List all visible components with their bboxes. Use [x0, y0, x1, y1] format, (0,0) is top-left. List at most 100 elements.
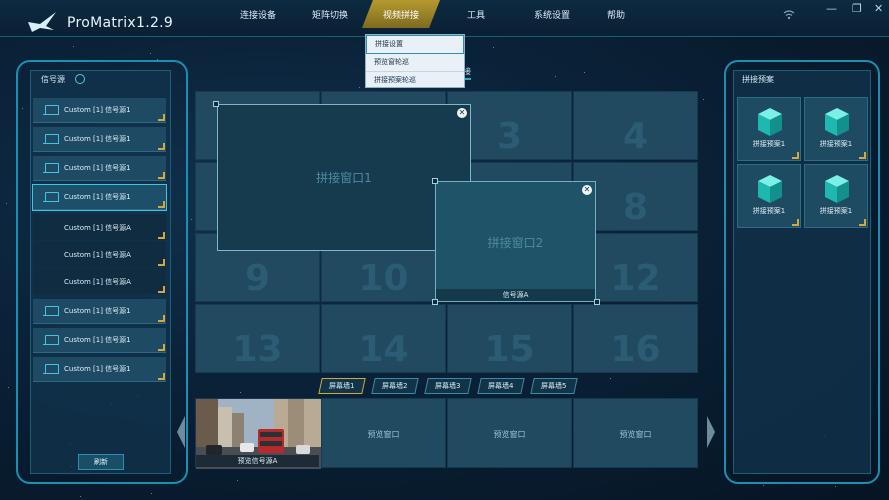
signal-source-sub-item[interactable]: Custom [1] 信号源A — [33, 241, 166, 267]
star — [191, 218, 193, 220]
wall-tab-2[interactable]: 屏幕墙2 — [371, 378, 419, 394]
signal-source-sub-label: Custom [1] 信号源A — [64, 251, 131, 259]
restore-button[interactable]: ❐ — [852, 2, 862, 15]
star — [6, 202, 8, 204]
preset-label: 拼接预案1 — [819, 207, 853, 215]
wall-tab-label: 屏幕墙2 — [382, 382, 408, 390]
resize-handle[interactable] — [213, 101, 219, 107]
menu-connect-device[interactable]: 连接设备 — [228, 0, 288, 28]
signal-source-sub-label: Custom [1] 信号源A — [64, 224, 131, 232]
resize-handle[interactable] — [432, 178, 438, 184]
screen-number: 9 — [244, 258, 271, 299]
signal-source-item[interactable]: Custom [1] 信号源1 — [33, 156, 166, 181]
splice-preset-item[interactable]: 拼接预案1 — [804, 164, 868, 228]
preview-slot-1-label: 预览信号源A — [196, 455, 319, 467]
signal-source-label: Custom [1] 信号源1 — [64, 106, 131, 114]
signal-source-panel: 信号源 Custom [1] 信号源1 Custom [1] 信号源1 Custom… — [30, 70, 171, 474]
signal-source-item[interactable]: Custom [1] 信号源1 — [33, 299, 166, 324]
resize-handle[interactable] — [594, 299, 600, 305]
corner-marker — [158, 201, 165, 208]
star — [492, 47, 494, 49]
signal-source-item[interactable]: Custom [1] 信号源1 — [33, 328, 166, 353]
refresh-button[interactable]: 刷新 — [78, 454, 124, 470]
splice-preset-item[interactable]: 拼接预案1 — [804, 97, 868, 161]
star — [584, 71, 586, 73]
star — [7, 386, 9, 388]
dropdown-preview-tour[interactable]: 预览窗轮巡 — [366, 54, 464, 72]
wall-tab-label: 屏幕墙5 — [541, 382, 567, 390]
close-window-2-icon[interactable]: ✕ — [582, 185, 592, 195]
wall-screen-cell[interactable]: 15 — [447, 304, 572, 373]
star — [151, 493, 153, 495]
computer-icon — [43, 335, 59, 345]
menu-video-splice[interactable]: 视频拼接 — [362, 0, 440, 28]
main-menu: 连接设备 矩阵切换 视频拼接 工具 系统设置 帮助 — [228, 0, 646, 30]
preview-slot-4[interactable]: 预览窗口 — [573, 398, 698, 468]
splice-window-2[interactable]: 拼接窗口2 ✕ 信号源A — [435, 181, 596, 302]
star — [237, 479, 239, 481]
star — [763, 485, 765, 487]
wall-tab-label: 屏幕墙3 — [435, 382, 461, 390]
preview-slot-3[interactable]: 预览窗口 — [447, 398, 572, 468]
corner-marker — [158, 259, 165, 266]
signal-source-label: Custom [1] 信号源1 — [64, 164, 131, 172]
cube-icon — [758, 108, 782, 136]
star — [72, 45, 74, 47]
cube-icon — [825, 108, 849, 136]
expand-toggle-icon[interactable] — [75, 74, 85, 84]
signal-source-title: 信号源 — [41, 75, 65, 84]
splice-preset-item[interactable]: 拼接预案1 — [737, 164, 801, 228]
dropdown-splice-settings[interactable]: 拼接设置 — [366, 35, 464, 54]
signal-source-item[interactable]: Custom [1] 信号源1 — [32, 184, 167, 211]
wall-screen-cell[interactable]: 14 — [321, 304, 446, 373]
corner-marker — [158, 114, 165, 121]
preset-label: 拼接预案1 — [819, 140, 853, 148]
star — [702, 99, 704, 101]
minimize-button[interactable]: — — [826, 2, 837, 15]
signal-source-sub-label: Custom [1] 信号源A — [64, 278, 131, 286]
signal-source-sub-item[interactable]: Custom [1] 信号源A — [33, 268, 166, 294]
menu-system-settings[interactable]: 系统设置 — [522, 0, 582, 28]
preview-next-arrow-icon[interactable] — [706, 415, 716, 449]
star — [149, 53, 151, 55]
star — [554, 76, 556, 78]
preview-slot-1[interactable]: 预览信号源A — [195, 398, 321, 469]
wall-tab-5[interactable]: 屏幕墙5 — [530, 378, 578, 394]
wall-tab-3[interactable]: 屏幕墙3 — [424, 378, 472, 394]
signal-source-item[interactable]: Custom [1] 信号源1 — [33, 98, 166, 123]
resize-handle[interactable] — [432, 299, 438, 305]
corner-marker — [859, 219, 866, 226]
preview-slot-2[interactable]: 预览窗口 — [321, 398, 446, 468]
computer-icon — [43, 163, 59, 173]
menu-matrix-switch[interactable]: 矩阵切换 — [300, 0, 360, 28]
corner-marker — [158, 143, 165, 150]
close-window-button[interactable]: ✕ — [874, 2, 883, 15]
title-bar: ProMatrix1.2.9 连接设备 矩阵切换 视频拼接 工具 系统设置 帮助… — [0, 0, 889, 37]
wall-screen-cell[interactable]: 16 — [573, 304, 698, 373]
preview-prev-arrow-icon[interactable] — [176, 415, 186, 449]
corner-marker — [158, 315, 165, 322]
wall-screen-cell[interactable]: 13 — [195, 304, 320, 373]
wall-screen-cell[interactable]: 4 — [573, 91, 698, 160]
splice-preset-item[interactable]: 拼接预案1 — [737, 97, 801, 161]
corner-marker — [158, 232, 165, 239]
splice-window-2-source: 信号源A — [436, 289, 595, 301]
signal-source-item[interactable]: Custom [1] 信号源1 — [33, 127, 166, 152]
signal-source-sub-item[interactable]: Custom [1] 信号源A — [33, 214, 166, 240]
signal-source-item[interactable]: Custom [1] 信号源1 — [33, 357, 166, 382]
wall-tab-4[interactable]: 屏幕墙4 — [477, 378, 525, 394]
preview-slot-3-label: 预览窗口 — [493, 430, 526, 439]
dropdown-preset-tour[interactable]: 拼接预案轮巡 — [366, 72, 464, 89]
menu-help[interactable]: 帮助 — [586, 0, 646, 28]
star — [79, 495, 81, 497]
screen-number: 13 — [232, 329, 283, 370]
star — [240, 391, 242, 393]
preview-slot-4-label: 预览窗口 — [619, 430, 652, 439]
splice-preset-panel: 拼接预案 拼接预案1 拼接预案1 拼接预案1 拼接预案1 — [733, 70, 871, 474]
menu-tools[interactable]: 工具 — [446, 0, 506, 28]
close-window-1-icon[interactable]: ✕ — [457, 108, 467, 118]
wall-tab-1[interactable]: 屏幕墙1 — [318, 378, 366, 394]
computer-icon — [43, 134, 59, 144]
star — [834, 486, 836, 488]
signal-source-label: Custom [1] 信号源1 — [64, 307, 131, 315]
